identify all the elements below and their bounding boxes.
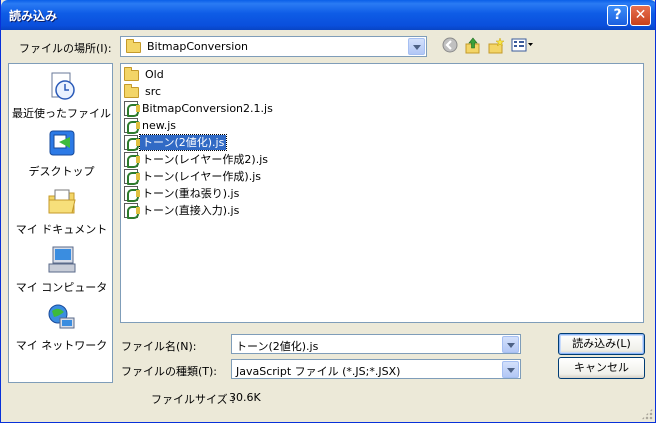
folder-icon [124,84,139,98]
list-item-folder[interactable]: Old [124,66,166,82]
up-folder-icon[interactable] [464,37,482,55]
file-name: new.js [142,118,177,132]
look-in-dropdown[interactable]: BitmapConversion [120,36,427,57]
place-recent[interactable]: 最近使ったファイル [9,70,114,121]
filename-value: トーン(2値化).js [236,340,319,353]
place-label: デスクトップ [28,165,95,178]
chevron-down-icon[interactable] [502,361,519,378]
filetype-label: ファイルの種類(T): [121,365,218,378]
resize-grip[interactable] [641,408,653,420]
script-file-icon [124,202,140,219]
title-bar[interactable]: 読み込み ? ✕ [1,0,655,30]
my-network-icon [46,302,78,334]
close-button[interactable]: ✕ [630,5,651,26]
place-my-documents[interactable]: マイ ドキュメント [9,186,114,237]
my-computer-icon [46,244,78,276]
script-file-icon [124,151,140,168]
filesize-value: 30.6K [229,391,261,404]
filetype-select[interactable]: JavaScript ファイル (*.JS;*.JSX) [231,359,521,379]
look-in-value: BitmapConversion [147,40,249,53]
recent-files-icon [46,70,78,102]
script-file-icon [124,134,140,151]
file-name: トーン(重ね張り).js [142,186,240,200]
place-desktop[interactable]: デスクトップ [9,128,114,179]
folder-icon [124,67,139,81]
list-item-file-selected[interactable]: トーン(2値化).js [124,133,228,151]
place-my-network[interactable]: マイ ネットワーク [9,302,114,353]
script-file-icon [124,168,140,185]
look-in-label: ファイルの場所(I): [19,42,112,55]
chevron-down-icon[interactable] [502,336,519,353]
list-item-folder[interactable]: src [124,83,163,99]
list-item-file[interactable]: トーン(レイヤー作成2).js [124,151,270,168]
file-list[interactable]: Old src BitmapConversion2.1.js new.js トー… [120,63,644,323]
script-file-icon [124,117,140,134]
window-title: 読み込み [9,9,58,23]
desktop-icon [46,128,78,160]
places-bar: 最近使ったファイル デスクトップ マイ ドキュメント マイ コンピュータ マイ … [8,63,113,383]
help-button[interactable]: ? [607,5,628,26]
list-item-file[interactable]: トーン(レイヤー作成).js [124,168,263,185]
file-name: Old [145,67,164,81]
file-name: トーン(レイヤー作成2).js [142,152,268,166]
folder-icon [126,39,141,53]
filetype-value: JavaScript ファイル (*.JS;*.JSX) [236,365,401,378]
place-label: マイ ドキュメント [15,223,108,236]
place-label: マイ コンピュータ [15,281,108,294]
place-label: マイ ネットワーク [15,339,108,352]
open-file-dialog: 読み込み ? ✕ ファイルの場所(I): BitmapConversion 最近… [0,0,656,423]
chevron-down-icon[interactable] [408,38,425,55]
open-button[interactable]: 読み込み(L) [558,333,645,355]
list-item-file[interactable]: BitmapConversion2.1.js [124,100,275,117]
place-label: 最近使ったファイル [12,107,111,120]
views-menu-icon[interactable] [511,37,535,55]
list-item-file[interactable]: new.js [124,117,178,134]
file-name: src [145,84,162,98]
filesize-label: ファイルサイズ : [151,393,235,406]
new-folder-icon[interactable] [487,37,505,55]
cancel-button[interactable]: キャンセル [558,357,645,379]
file-name: トーン(2値化).js [138,133,228,151]
file-name: トーン(レイヤー作成).js [142,169,261,183]
place-my-computer[interactable]: マイ コンピュータ [9,244,114,295]
file-name: トーン(直接入力).js [142,203,240,217]
filename-input[interactable]: トーン(2値化).js [231,334,521,354]
back-icon[interactable] [442,37,460,55]
script-file-icon [124,100,140,117]
list-item-file[interactable]: トーン(重ね張り).js [124,185,241,202]
filename-dropdown[interactable] [501,334,521,354]
file-name: BitmapConversion2.1.js [142,101,273,115]
my-documents-icon [46,186,78,218]
filename-label: ファイル名(N): [121,340,197,353]
script-file-icon [124,185,140,202]
list-item-file[interactable]: トーン(直接入力).js [124,202,241,219]
